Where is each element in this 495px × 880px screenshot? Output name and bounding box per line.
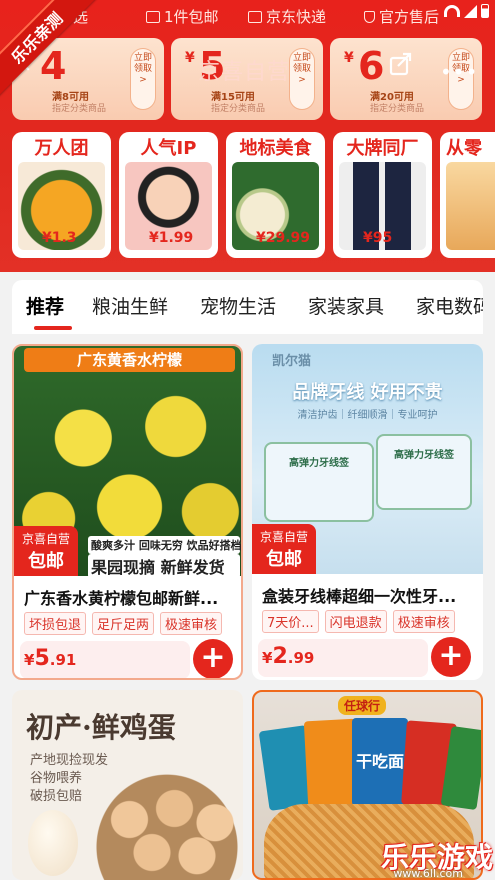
promo-price: ¥1.99 (149, 230, 194, 246)
promo-title: 万人团 (34, 138, 89, 159)
product-tag: 7天价... (262, 610, 319, 633)
status-item-after-sales: 官方售后 (364, 6, 439, 27)
coupon-amount: 6 (358, 44, 385, 88)
product-tag: 足斤足两 (92, 612, 155, 635)
status-label: 京东快递 (266, 8, 327, 26)
self-operated-badge: 京喜自营 包邮 (14, 526, 78, 576)
product-slogan: 果园现摘 新鲜发货 (88, 554, 240, 576)
share-icon[interactable] (388, 50, 414, 76)
more-icon[interactable]: ••• (440, 60, 478, 84)
claim-coupon-button[interactable]: 立即领取 > (289, 48, 315, 110)
product-tags: 7天价... 闪电退款 极速审核 (262, 610, 455, 633)
promo-title: 地标美食 (239, 138, 312, 159)
status-label: 官方售后 (379, 8, 440, 26)
product-title: 盒装牙线棒超细一次性牙... (262, 587, 457, 606)
coupon-scope: 指定分类商品 (211, 104, 266, 114)
promo-card-from-zero[interactable]: 从零 (440, 132, 495, 258)
floss-box: 高弹力牙线签 (264, 442, 374, 522)
product-price: ¥5.91 (24, 646, 77, 671)
brand-label: 任球行 (338, 696, 387, 715)
product-card[interactable]: 广东黄香水柠檬 酸爽多汁 回味无穷 饮品好搭档 果园现摘 新鲜发货 京喜自营 包… (12, 344, 243, 680)
product-tag: 闪电退款 (324, 610, 387, 633)
status-item-free-shipping: 1件包邮 (146, 6, 219, 27)
claim-coupon-button[interactable]: 立即领取 > (130, 48, 156, 110)
promo-price: ¥95 (363, 230, 393, 246)
product-slogan: 酸爽多汁 回味无穷 饮品好搭档 (88, 536, 241, 554)
product-grid: 广东黄香水柠檬 酸爽多汁 回味无穷 饮品好搭档 果园现摘 新鲜发货 京喜自营 包… (12, 344, 483, 880)
tab-indicator (34, 326, 72, 330)
system-icons (444, 4, 489, 18)
product-tag: 极速审核 (160, 612, 223, 635)
promo-price: ¥1.3 (42, 230, 77, 246)
snack-image (446, 162, 495, 250)
product-tag: 极速审核 (392, 610, 455, 633)
promo-row: 万人团 ¥1.3 人气IP ¥1.99 地标美食 ¥29.99 大牌同厂 ¥95… (12, 132, 495, 258)
brand-label: 凯尔猫 (272, 354, 312, 369)
promo-title: 大牌同厂 (346, 138, 419, 159)
coupon-scope: 指定分类商品 (370, 104, 425, 114)
promo-title: 从零 (446, 138, 482, 159)
coupon-scope: 指定分类商品 (52, 104, 107, 114)
egg-image (28, 810, 78, 876)
promo-card-local-food[interactable]: 地标美食 ¥29.99 (226, 132, 325, 258)
promo-price: ¥29.99 (256, 230, 311, 246)
promo-card-ip[interactable]: 人气IP ¥1.99 (119, 132, 218, 258)
battery-icon (481, 4, 489, 18)
header-banner: 严选 1件包邮 京东快递 官方售后 京喜自营 ••• ¥ 4 满8可用 指定分类… (0, 0, 495, 272)
status-label: 1件包邮 (164, 8, 219, 26)
promo-card-brand-factory[interactable]: 大牌同厂 ¥95 (333, 132, 432, 258)
product-banner: 品牌牙线 好用不贵 (292, 382, 443, 403)
product-banner: 初产·鲜鸡蛋 (26, 711, 176, 744)
product-banner: 广东黄香水柠檬 (24, 348, 235, 372)
egg-basket-image (92, 770, 242, 880)
add-to-cart-button[interactable]: + (431, 637, 471, 677)
page-title: 京喜自营 (198, 60, 291, 85)
self-operated-badge: 京喜自营 包邮 (252, 524, 316, 574)
product-tag: 坏损包退 (24, 612, 87, 635)
add-to-cart-button[interactable]: + (193, 639, 233, 678)
category-tabs: 推荐 粮油生鲜 宠物生活 家装家具 家电数码 (12, 280, 483, 334)
product-price: ¥2.99 (262, 644, 315, 669)
tab-grain-fresh[interactable]: 粮油生鲜 (92, 292, 168, 319)
noodle-pack: 干吃面 (352, 718, 408, 806)
tab-home-furniture[interactable]: 家装家具 (308, 292, 384, 319)
floss-box: 高弹力牙线签 (376, 434, 472, 510)
product-tags: 坏损包退 足斤足两 极速审核 (24, 612, 223, 635)
tab-recommend[interactable]: 推荐 (26, 292, 64, 319)
bag-icon (146, 10, 160, 23)
tab-pet[interactable]: 宠物生活 (200, 292, 276, 319)
product-title: 广东香水黄柠檬包邮新鲜... (24, 589, 219, 608)
site-watermark-url: www.6ll.com (393, 867, 463, 880)
tab-electronics[interactable]: 家电数码 (416, 292, 483, 319)
truck-icon (248, 10, 262, 23)
promo-title: 人气IP (140, 138, 197, 159)
shield-icon (364, 10, 375, 23)
product-slogan: 清洁护齿｜纤细顺滑｜专业呵护 (297, 410, 438, 421)
product-card[interactable]: 初产·鲜鸡蛋 产地现捡现发 谷物喂养 破损包赔 (12, 690, 243, 880)
promo-card-group-buy[interactable]: 万人团 ¥1.3 (12, 132, 111, 258)
signal-icon (464, 4, 477, 18)
status-item-jd-express: 京东快递 (248, 6, 326, 27)
product-card[interactable]: 凯尔猫 品牌牙线 好用不贵 清洁护齿｜纤细顺滑｜专业呵护 高弹力牙线签 高弹力牙… (252, 344, 483, 680)
wifi-icon (444, 5, 460, 17)
